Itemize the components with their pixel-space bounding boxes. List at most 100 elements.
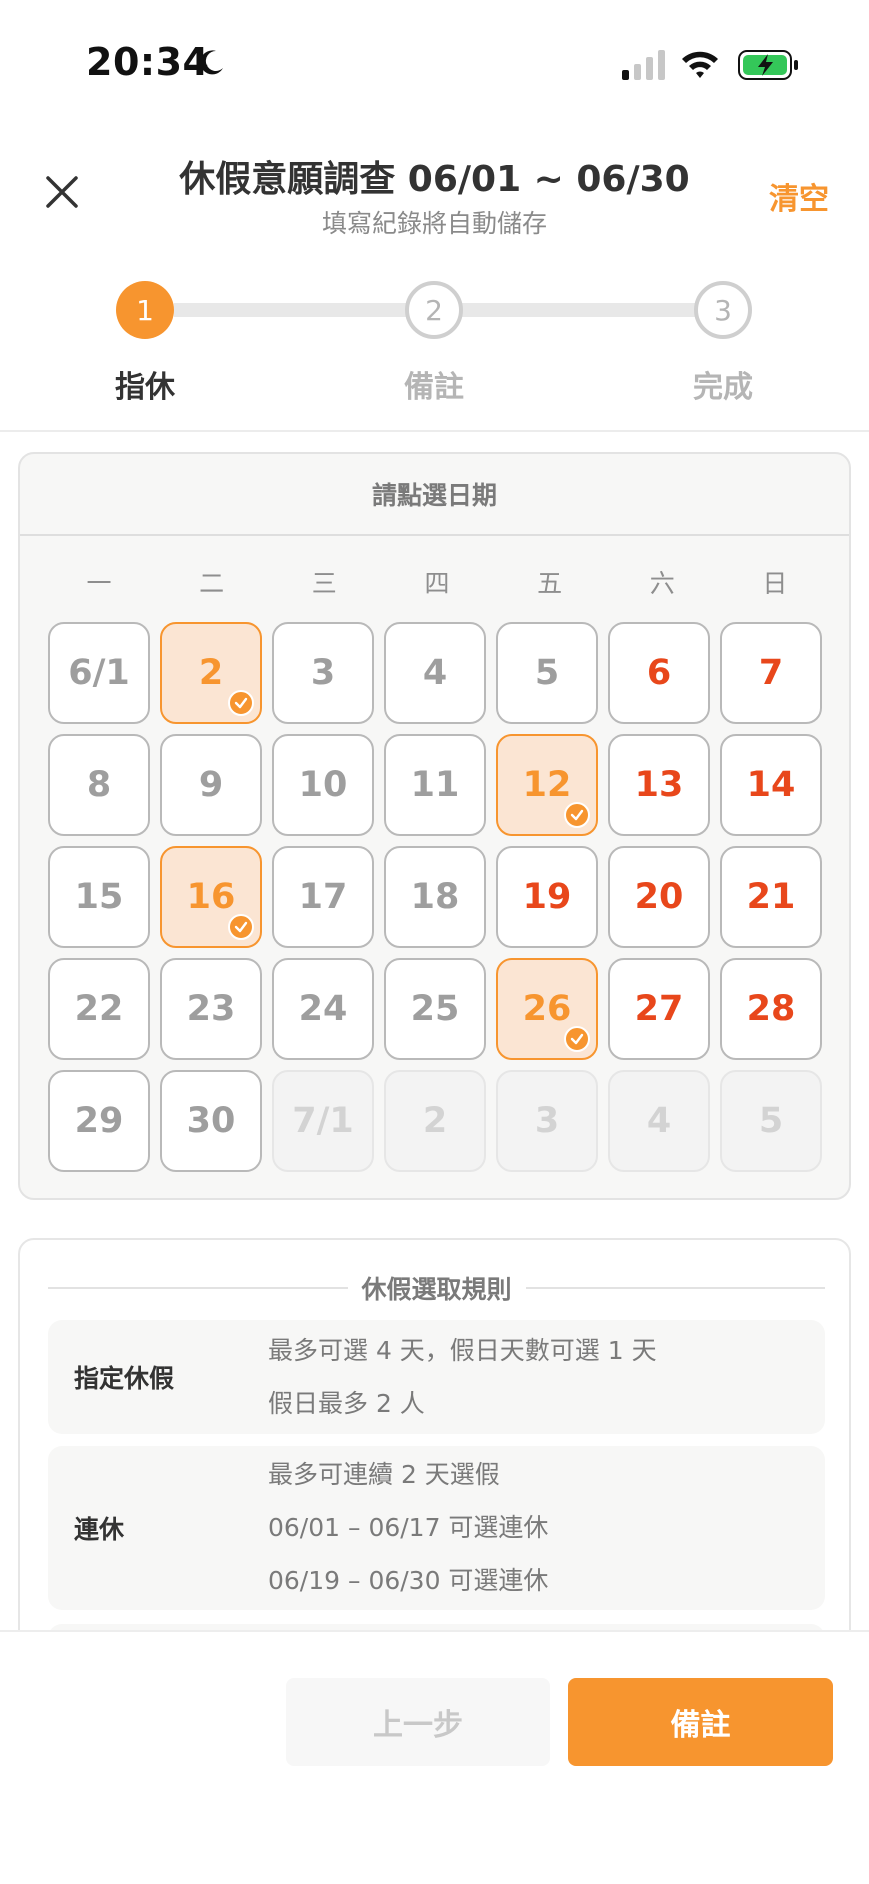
- step-1-indicator: 1: [116, 281, 174, 339]
- divider: [525, 1287, 826, 1289]
- calendar-day[interactable]: 19: [496, 846, 598, 948]
- calendar-day-label: 3: [534, 1101, 560, 1141]
- calendar-day[interactable]: 15: [48, 846, 150, 948]
- calendar-day[interactable]: 8: [48, 734, 150, 836]
- rule-item-consecutive-leave: 連休 最多可連續 2 天選假 06/01 – 06/17 可選連休 06/19 …: [48, 1446, 825, 1610]
- calendar-day[interactable]: 12: [496, 734, 598, 836]
- step-1-label: 指休: [115, 370, 175, 405]
- cellular-signal-icon: [622, 50, 665, 80]
- calendar-day[interactable]: 11: [384, 734, 486, 836]
- calendar-day-label: 2: [198, 653, 224, 693]
- rule-name: 指定休假: [74, 1364, 175, 1393]
- weekday-label: 三: [311, 569, 337, 598]
- calendar-day-label: 6: [646, 653, 672, 693]
- calendar-day-label: 21: [746, 877, 796, 917]
- calendar-day-label: 28: [746, 989, 796, 1029]
- calendar-day[interactable]: 21: [720, 846, 822, 948]
- moon-icon: [200, 50, 223, 75]
- weekday-label: 二: [199, 569, 225, 598]
- weekday-row: 一 二 三 四 五 六 日: [48, 564, 826, 600]
- divider: [48, 1287, 348, 1289]
- step-3-label: 完成: [693, 370, 753, 405]
- rule-lines: 最多可選 4 天，假日天數可選 1 天 假日最多 2 人: [268, 1324, 657, 1430]
- calendar-day-label: 16: [186, 877, 236, 917]
- stepper-line: [174, 303, 414, 317]
- rule-line: 最多可選 4 天，假日天數可選 1 天: [268, 1336, 657, 1365]
- page-title: 休假意願調查 06/01 ~ 06/30: [179, 159, 690, 200]
- calendar-day[interactable]: 10: [272, 734, 374, 836]
- calendar-day[interactable]: 29: [48, 1070, 150, 1172]
- calendar-day[interactable]: 28: [720, 958, 822, 1060]
- calendar-day-label: 4: [646, 1101, 672, 1141]
- calendar-day[interactable]: 2: [160, 622, 262, 724]
- calendar-day-label: 14: [746, 765, 796, 805]
- calendar-day-label: 5: [758, 1101, 784, 1141]
- calendar-card: 請點選日期 一 二 三 四 五 六 日 6/1 2 3 4 5 6 7 8 9 10 11 12 13 1…: [18, 452, 851, 1200]
- calendar-day[interactable]: 22: [48, 958, 150, 1060]
- rules-title: 休假選取規則: [361, 1275, 512, 1304]
- calendar-day[interactable]: 13: [608, 734, 710, 836]
- calendar-day[interactable]: 4: [384, 622, 486, 724]
- check-icon: [564, 802, 590, 828]
- calendar-day: 4: [608, 1070, 710, 1172]
- calendar-day[interactable]: 24: [272, 958, 374, 1060]
- calendar-header: 請點選日期: [20, 454, 849, 536]
- calendar-day: 5: [720, 1070, 822, 1172]
- calendar-grid: 6/1 2 3 4 5 6 7 8 9 10 11 12 13 14 15 16 17 18 19 20 21 22 23 2…: [48, 622, 826, 1172]
- clear-button[interactable]: 清空: [769, 174, 829, 218]
- calendar-day[interactable]: 26: [496, 958, 598, 1060]
- weekday-label: 一: [86, 569, 112, 598]
- step-2-indicator: 2: [405, 281, 463, 339]
- calendar-day-label: 27: [634, 989, 684, 1029]
- calendar-day-label: 23: [186, 989, 236, 1029]
- rule-lines: 最多可連續 2 天選假 06/01 – 06/17 可選連休 06/19 – 0…: [268, 1448, 548, 1607]
- divider: [0, 430, 869, 432]
- calendar-day[interactable]: 23: [160, 958, 262, 1060]
- calendar-day: 7/1: [272, 1070, 374, 1172]
- weekday-label: 四: [424, 569, 450, 598]
- calendar-day-label: 18: [410, 877, 460, 917]
- weekday-label: 五: [537, 569, 563, 598]
- check-icon: [228, 690, 254, 716]
- calendar-day-label: 22: [74, 989, 124, 1029]
- calendar-day-label: 13: [634, 765, 684, 805]
- calendar-day[interactable]: 14: [720, 734, 822, 836]
- calendar-day-label: 4: [422, 653, 448, 693]
- rule-line: 假日最多 2 人: [268, 1389, 425, 1418]
- calendar-day[interactable]: 3: [272, 622, 374, 724]
- check-icon: [228, 914, 254, 940]
- battery-charging-icon: [738, 50, 798, 80]
- calendar-day-label: 25: [410, 989, 460, 1029]
- calendar-day-label: 3: [310, 653, 336, 693]
- status-bar: 20:34: [0, 0, 869, 120]
- calendar-day[interactable]: 5: [496, 622, 598, 724]
- calendar-day-label: 24: [298, 989, 348, 1029]
- calendar-day[interactable]: 18: [384, 846, 486, 948]
- calendar-day-label: 17: [298, 877, 348, 917]
- calendar-day[interactable]: 20: [608, 846, 710, 948]
- calendar-day-label: 19: [522, 877, 572, 917]
- calendar-day-label: 6/1: [68, 653, 130, 693]
- calendar-day[interactable]: 6/1: [48, 622, 150, 724]
- calendar-day[interactable]: 30: [160, 1070, 262, 1172]
- previous-step-button[interactable]: 上一步: [286, 1678, 550, 1766]
- weekday-label: 日: [762, 569, 788, 598]
- calendar-day-label: 7: [758, 653, 784, 693]
- calendar-day[interactable]: 27: [608, 958, 710, 1060]
- calendar-day[interactable]: 17: [272, 846, 374, 948]
- rule-line: 最多可連續 2 天選假: [268, 1460, 500, 1489]
- step-2-label: 備註: [404, 370, 464, 405]
- calendar-day-label: 2: [422, 1101, 448, 1141]
- next-step-notes-button[interactable]: 備註: [568, 1678, 833, 1766]
- rule-line: 06/01 – 06/17 可選連休: [268, 1513, 549, 1542]
- calendar-day-label: 30: [186, 1101, 236, 1141]
- calendar-day[interactable]: 7: [720, 622, 822, 724]
- calendar-day[interactable]: 9: [160, 734, 262, 836]
- calendar-day[interactable]: 25: [384, 958, 486, 1060]
- calendar-day-label: 29: [74, 1101, 124, 1141]
- calendar-day-label: 7/1: [292, 1101, 354, 1141]
- calendar-day[interactable]: 16: [160, 846, 262, 948]
- calendar-day[interactable]: 6: [608, 622, 710, 724]
- rules-card: 休假選取規則 指定休假 最多可選 4 天，假日天數可選 1 天 假日最多 2 人…: [18, 1238, 851, 1658]
- stepper-line: [462, 303, 702, 317]
